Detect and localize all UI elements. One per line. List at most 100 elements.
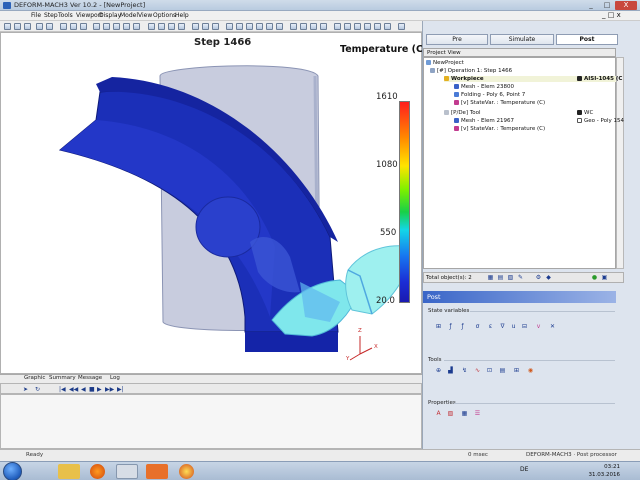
tool-icon-1[interactable]: ⊕	[435, 367, 442, 374]
rotate-icon[interactable]	[226, 23, 233, 30]
menu-help[interactable]: Help	[175, 12, 189, 19]
bounding-icon[interactable]	[364, 23, 371, 30]
print-icon[interactable]	[36, 23, 43, 30]
tree-project[interactable]: NewProject	[426, 60, 464, 66]
play-icon[interactable]: ▶	[97, 386, 102, 393]
mdi-controls[interactable]: _ □ x	[602, 11, 621, 19]
view-z-icon[interactable]	[310, 23, 317, 30]
state-var-icon-7[interactable]: u	[510, 323, 517, 330]
tree-operation[interactable]: [#] Operation 1: Step 1466	[430, 68, 512, 74]
tool-icon-3[interactable]: ↯	[461, 367, 468, 374]
pan-icon[interactable]	[236, 23, 243, 30]
minimize-button[interactable]: _	[583, 1, 599, 10]
menu-display[interactable]: Display	[99, 12, 121, 19]
tool-icon-7[interactable]: ⊞	[513, 367, 520, 374]
stop-icon[interactable]: ■	[89, 386, 95, 393]
tab-pre[interactable]: Pre	[426, 34, 488, 45]
tab-post[interactable]: Post	[556, 34, 618, 45]
play-back-icon[interactable]: ◀	[81, 386, 86, 393]
cursor-icon[interactable]: ➤	[23, 386, 28, 393]
object-list-icon[interactable]: ▤	[497, 274, 504, 281]
view-x-icon[interactable]	[290, 23, 297, 30]
tree-statevar1[interactable]: [v] StateVar. : Temperature (C)	[454, 100, 545, 106]
tool-icon-8[interactable]: ◉	[527, 367, 534, 374]
camera-icon[interactable]	[60, 23, 67, 30]
state-var-icon-1[interactable]: ⊞	[435, 323, 442, 330]
wire-icon[interactable]	[158, 23, 165, 30]
tool-icon-2[interactable]: ▟	[447, 367, 454, 374]
tool-icon-6[interactable]: ▤	[499, 367, 506, 374]
state-var-icon-4[interactable]: σ	[474, 323, 481, 330]
start-button[interactable]	[3, 462, 22, 480]
firefox-taskbar-icon[interactable]	[90, 464, 105, 479]
green-dot-icon[interactable]: ●	[591, 274, 598, 281]
tree-mesh1[interactable]: Mesh - Elem 23800	[454, 84, 514, 90]
tab-message[interactable]: Message	[78, 375, 102, 381]
checkbox-icon[interactable]	[577, 118, 582, 123]
media-taskbar-icon[interactable]	[179, 464, 194, 479]
tab-graphic[interactable]: Graphic	[24, 375, 45, 381]
menu-step[interactable]: Step	[44, 12, 58, 19]
settings-icon[interactable]	[384, 23, 391, 30]
mirror-icon[interactable]	[334, 23, 341, 30]
object-select-icon[interactable]: ▦	[487, 274, 494, 281]
tree-geo[interactable]: Geo - Poly 154	[577, 118, 624, 124]
save-icon[interactable]	[24, 23, 31, 30]
loop-icon[interactable]: ↻	[35, 386, 40, 393]
view-y-icon[interactable]	[300, 23, 307, 30]
first-step-icon[interactable]: |◀	[59, 386, 66, 393]
fit-icon[interactable]	[276, 23, 283, 30]
view-iso-icon[interactable]	[320, 23, 327, 30]
mesh-icon[interactable]	[133, 23, 140, 30]
app-taskbar-icon[interactable]	[116, 464, 138, 479]
zoom-box-icon[interactable]	[266, 23, 273, 30]
menu-tools[interactable]: Tools	[58, 12, 73, 19]
state-var-icon-3[interactable]: ƒ	[459, 323, 466, 330]
state-var-icon-5[interactable]: ε	[487, 323, 494, 330]
help-icon[interactable]	[398, 23, 405, 30]
new-icon[interactable]	[4, 23, 11, 30]
tree-tool[interactable]: [P/De] Tool	[444, 110, 481, 116]
color-icon[interactable]	[178, 23, 185, 30]
select-icon[interactable]	[93, 23, 100, 30]
prop-icon-1[interactable]: A	[435, 410, 442, 417]
measure-icon[interactable]	[103, 23, 110, 30]
prev-step-icon[interactable]: ◀◀	[69, 386, 78, 393]
tab-log[interactable]: Log	[110, 375, 120, 381]
tree-statevar2[interactable]: [v] StateVar. : Temperature (C)	[454, 126, 545, 132]
zoom-out-icon[interactable]	[256, 23, 263, 30]
video-icon[interactable]	[80, 23, 87, 30]
layer-icon[interactable]	[168, 23, 175, 30]
probe-icon[interactable]	[113, 23, 120, 30]
tab-simulate[interactable]: Simulate	[490, 34, 554, 45]
state-var-icon-6[interactable]: ∇	[499, 323, 506, 330]
object-tool-icon[interactable]: ▣	[601, 274, 608, 281]
close-button[interactable]: X	[615, 1, 637, 10]
axis-icon[interactable]	[354, 23, 361, 30]
capture-icon[interactable]	[70, 23, 77, 30]
section-icon[interactable]	[212, 23, 219, 30]
prop-icon-2[interactable]: ▧	[447, 410, 454, 417]
object-view-icon[interactable]: ▧	[507, 274, 514, 281]
zoom-in-icon[interactable]	[246, 23, 253, 30]
tree-mesh2[interactable]: Mesh - Elem 21967	[454, 118, 514, 124]
tree-folding[interactable]: Folding - Poly 6, Point 7	[454, 92, 525, 98]
deform-taskbar-icon[interactable]	[146, 464, 168, 479]
explorer-taskbar-icon[interactable]	[58, 464, 80, 479]
tree-scrollbar[interactable]	[616, 57, 624, 269]
light-icon[interactable]	[192, 23, 199, 30]
grid-icon[interactable]	[123, 23, 130, 30]
menu-model[interactable]: Model	[120, 12, 138, 19]
menu-options[interactable]: Options	[153, 12, 176, 19]
copy-icon[interactable]	[46, 23, 53, 30]
prop-icon-4[interactable]: ☰	[474, 410, 481, 417]
background-icon[interactable]	[374, 23, 381, 30]
menu-view[interactable]: View	[138, 12, 152, 19]
tool-icon-5[interactable]: ⊡	[486, 367, 493, 374]
language-indicator[interactable]: DE	[520, 466, 528, 473]
symmetry-icon[interactable]	[344, 23, 351, 30]
object-color-icon[interactable]: ◆	[545, 274, 552, 281]
next-step-icon[interactable]: ▶▶	[105, 386, 114, 393]
object-edit-icon[interactable]: ✎	[517, 274, 524, 281]
tab-summary[interactable]: Summary	[49, 375, 76, 381]
